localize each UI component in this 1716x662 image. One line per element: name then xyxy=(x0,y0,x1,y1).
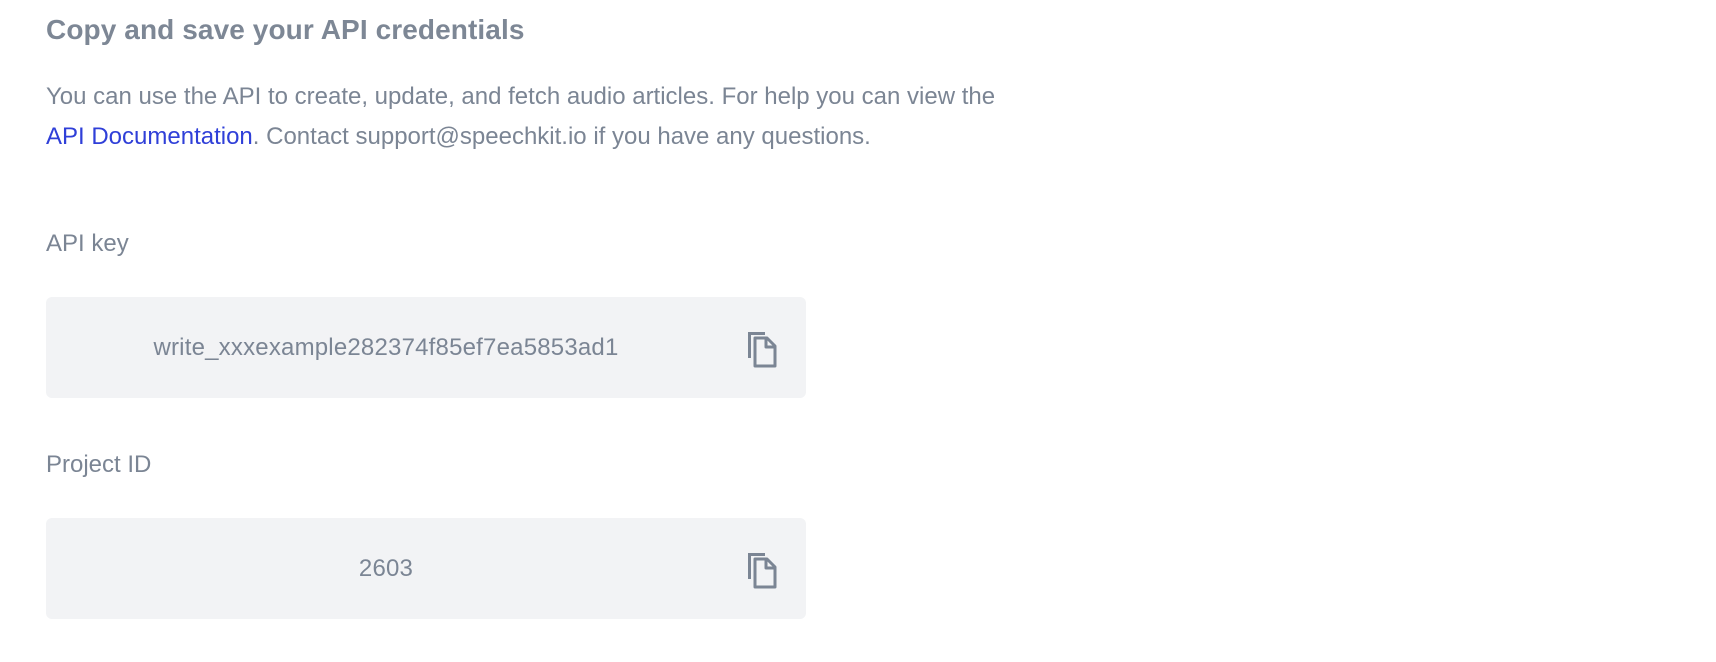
description-text-before-link: You can use the API to create, update, a… xyxy=(46,83,996,110)
description: You can use the API to create, update, a… xyxy=(46,77,1006,157)
project-id-label: Project ID xyxy=(46,451,152,478)
api-key-label: API key xyxy=(46,230,129,257)
project-id-field: 2603 xyxy=(46,518,806,619)
copy-api-key-button[interactable] xyxy=(744,330,778,368)
description-text-after-link: . Contact support@speechkit.io if you ha… xyxy=(252,123,871,150)
api-documentation-link[interactable]: API Documentation xyxy=(46,123,253,150)
copy-icon xyxy=(748,553,777,589)
copy-icon xyxy=(748,332,777,368)
api-key-field: write_xxxexample282374f85ef7ea5853ad1 xyxy=(46,297,806,398)
section-title: Copy and save your API credentials xyxy=(46,14,525,45)
project-id-value[interactable]: 2603 xyxy=(46,518,726,619)
copy-project-id-button[interactable] xyxy=(744,551,778,589)
api-key-value[interactable]: write_xxxexample282374f85ef7ea5853ad1 xyxy=(46,297,726,398)
